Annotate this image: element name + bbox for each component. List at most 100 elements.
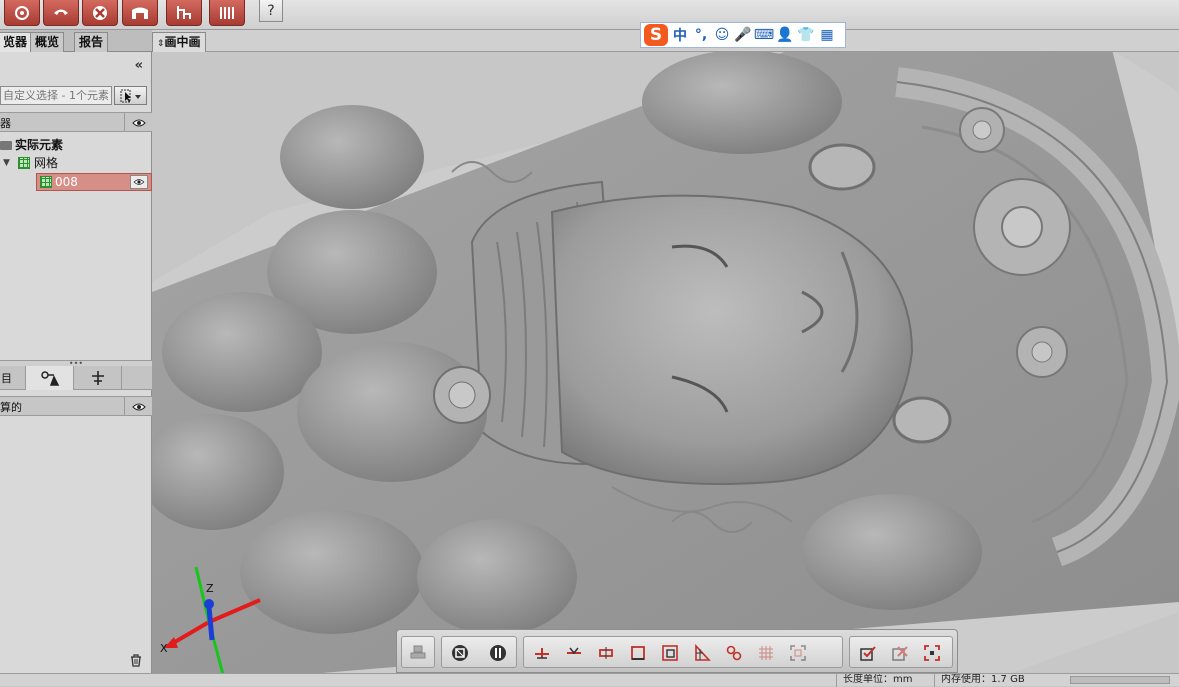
ime-menu-icon[interactable]: ▦ <box>818 24 836 46</box>
tab-measure[interactable] <box>26 366 74 390</box>
visibility-eye-icon[interactable] <box>130 175 148 189</box>
frame-icon <box>631 646 645 660</box>
slice-icon <box>599 647 613 659</box>
tab-overview[interactable]: 概览 <box>30 32 65 52</box>
phone-icon <box>54 9 68 15</box>
selection-row <box>0 84 152 108</box>
lower-tabs: 目 <box>0 366 152 390</box>
measure-icon <box>40 371 59 386</box>
print-icon-button[interactable] <box>406 641 430 665</box>
memory-status: 内存使用：1.7 GB <box>934 674 1054 687</box>
selection-mode-button[interactable] <box>114 86 147 105</box>
mesh-grid-icon-button[interactable] <box>754 641 778 665</box>
length-unit-status: 长度单位：mm <box>836 674 934 687</box>
frame-icon-button[interactable] <box>626 641 650 665</box>
relief-mesh-model[interactable]: X Y Z <box>152 52 1179 673</box>
close-circle-icon <box>93 5 107 20</box>
tree-item-actual-elements[interactable]: 实际元素 <box>0 136 152 154</box>
align-icon <box>91 371 104 385</box>
expand-selection-icon <box>924 645 940 661</box>
view-group-1 <box>401 636 435 668</box>
expand-arrow-icon[interactable]: ▼ <box>3 154 10 172</box>
view-group-3 <box>523 636 843 668</box>
tree-item-label: 网格 <box>34 156 59 170</box>
expand-selection-icon-button[interactable] <box>920 641 944 665</box>
check-select-icon <box>860 646 876 661</box>
ime-language-toggle[interactable]: 中 <box>671 24 689 46</box>
tree-icon <box>177 5 191 19</box>
main-toolbar: ? <box>0 0 1179 30</box>
tab-report[interactable]: 报告 <box>74 32 109 52</box>
tab-picture-in-picture[interactable]: ⇕画中画 <box>152 32 206 52</box>
selection-input[interactable] <box>0 86 112 105</box>
view-group-4 <box>849 636 953 668</box>
cursor-icon <box>120 89 141 102</box>
phone-icon-button[interactable] <box>43 0 79 26</box>
folder-icon <box>0 141 12 150</box>
panel-tabs: 览器 概览 报告 <box>0 30 152 52</box>
grid-triangle-icon-button[interactable] <box>690 641 714 665</box>
ime-voice-icon[interactable]: 🎤 <box>734 24 752 46</box>
close-circle-icon-button[interactable] <box>82 0 118 26</box>
visibility-eye-icon[interactable] <box>124 113 152 132</box>
tree-item-mesh-group[interactable]: ▼ 网格 <box>0 154 152 172</box>
split-view-icon-button[interactable] <box>486 641 510 665</box>
help-button[interactable]: ? <box>259 0 283 22</box>
ime-toolbar: S 中 °, ☺ 🎤 ⌨ 👤 👕 ▦ <box>640 22 846 48</box>
tree-item-label: 实际元素 <box>15 138 64 152</box>
nested-frame-icon <box>662 645 678 661</box>
tree-item-label: 008 <box>55 175 78 189</box>
view-group-2 <box>441 636 517 668</box>
lower-tree-header: 算的 <box>0 396 152 416</box>
grid-triangle-icon <box>695 644 711 661</box>
ime-skin-icon[interactable]: 👕 <box>797 24 815 46</box>
points-icon-button[interactable] <box>722 641 746 665</box>
progress-indicator <box>1070 676 1170 684</box>
view-toolbar <box>396 629 958 673</box>
section-icon <box>567 647 581 655</box>
tab-align[interactable] <box>74 366 122 390</box>
tab-lower-first[interactable]: 目 <box>0 366 26 390</box>
tree-header-label: 器 <box>0 117 11 130</box>
slice-icon-button[interactable] <box>594 641 618 665</box>
bridge-icon-button[interactable] <box>122 0 158 26</box>
ime-punctuation-toggle[interactable]: °, <box>692 24 710 46</box>
mesh-icon <box>40 176 52 188</box>
points-icon <box>726 645 742 661</box>
tree-item-mesh-008[interactable]: 008 <box>36 173 152 191</box>
trash-icon[interactable] <box>130 654 142 671</box>
mesh-grid-icon <box>759 646 773 660</box>
mesh-group-icon <box>18 157 30 169</box>
print-icon <box>410 645 426 659</box>
visibility-eye-icon[interactable] <box>124 397 152 416</box>
z-axis-label: Z <box>206 582 214 595</box>
tab-browser[interactable]: 览器 <box>0 32 33 52</box>
view-cube-icon-button[interactable] <box>448 641 472 665</box>
fit-view-icon-button[interactable] <box>786 641 810 665</box>
x-axis-label: X <box>160 642 168 655</box>
deselect-icon-button[interactable] <box>888 641 912 665</box>
ime-logo-icon[interactable]: S <box>644 24 668 46</box>
clip-plane-icon-button[interactable] <box>530 641 554 665</box>
home-icon <box>15 5 29 20</box>
3d-viewport[interactable]: ⇕画中画 X Z <box>152 30 1179 673</box>
bridge-icon <box>132 7 148 19</box>
left-panel: 览器 概览 报告 « 器 实际元素 ▼ 网格 008 ••• 目 <box>0 30 152 673</box>
ime-user-icon[interactable]: 👤 <box>776 24 794 46</box>
collapse-icon[interactable]: « <box>135 58 143 73</box>
status-bar: 长度单位：mm 内存使用：1.7 GB <box>0 673 1179 687</box>
ime-emoji-icon[interactable]: ☺ <box>713 24 731 46</box>
fit-view-icon <box>790 645 806 661</box>
dropdown-icon: ⇕ <box>157 39 165 49</box>
nested-frame-icon-button[interactable] <box>658 641 682 665</box>
home-icon-button[interactable] <box>4 0 40 26</box>
bars-icon-button[interactable] <box>209 0 245 26</box>
clip-plane-icon <box>535 648 549 659</box>
tree-icon-button[interactable] <box>166 0 202 26</box>
tree-header: 器 <box>0 112 152 132</box>
deselect-icon <box>892 646 908 661</box>
section-icon-button[interactable] <box>562 641 586 665</box>
check-select-icon-button[interactable] <box>856 641 880 665</box>
ime-keyboard-icon[interactable]: ⌨ <box>754 24 774 46</box>
viewport-tab-label: 画中画 <box>164 35 201 49</box>
